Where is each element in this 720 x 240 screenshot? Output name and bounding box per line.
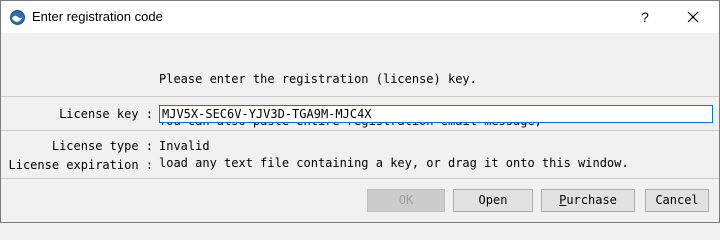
- license-expiration-label: License expiration :: [8, 158, 154, 172]
- license-key-label: License key :: [59, 107, 153, 121]
- divider: [1, 130, 719, 131]
- app-icon: [10, 10, 25, 25]
- cancel-button[interactable]: Cancel: [645, 189, 709, 212]
- divider: [1, 178, 719, 179]
- open-button[interactable]: Open: [453, 189, 533, 212]
- help-button[interactable]: ?: [623, 1, 667, 33]
- title-bar[interactable]: Enter registration code ?: [1, 1, 719, 33]
- close-button[interactable]: [671, 1, 715, 33]
- license-type-label: License type :: [51, 139, 153, 153]
- divider: [1, 96, 719, 97]
- license-key-input[interactable]: [159, 105, 713, 123]
- instructions-line: load any text file containing a key, or …: [159, 156, 629, 170]
- purchase-label: urchase: [566, 193, 617, 207]
- window-title: Enter registration code: [32, 9, 163, 24]
- ok-button[interactable]: OK: [367, 189, 445, 212]
- license-type-value: Invalid: [159, 139, 210, 153]
- registration-dialog: Enter registration code ? Please enter t…: [0, 0, 720, 223]
- close-icon: [687, 11, 699, 23]
- purchase-button[interactable]: Purchase: [541, 189, 635, 212]
- instructions-line: Please enter the registration (license) …: [159, 72, 477, 86]
